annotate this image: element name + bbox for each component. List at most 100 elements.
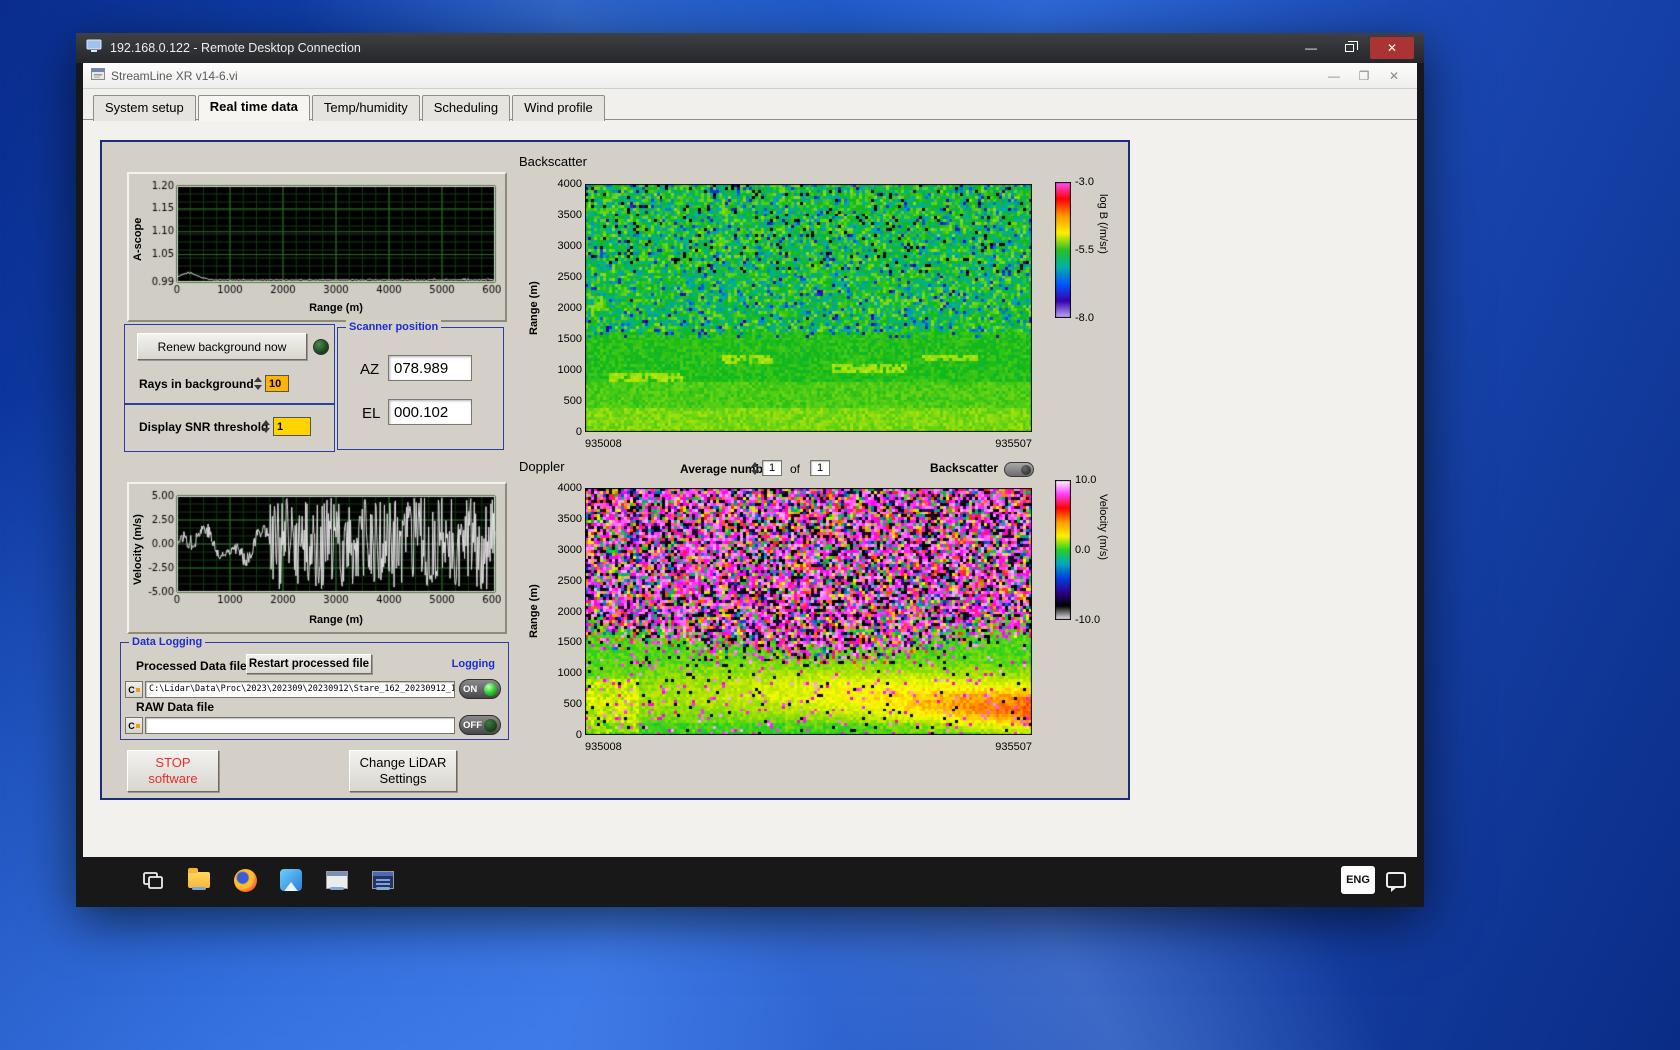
renew-background-button[interactable]: Renew background now — [137, 333, 307, 360]
raw-logging-state: OFF — [463, 719, 482, 731]
logging-label: Logging — [451, 658, 495, 670]
tab-strip: System setup Real time data Temp/humidity S… — [83, 89, 1417, 121]
raw-path-field[interactable] — [145, 717, 455, 734]
app-icon — [91, 67, 105, 85]
change-lidar-settings-button[interactable]: Change LiDAR Settings — [349, 750, 457, 792]
tab-system-setup[interactable]: System setup — [93, 95, 196, 121]
rdp-titlebar[interactable]: 192.168.0.122 - Remote Desktop Connectio… — [76, 33, 1424, 63]
doppler-x-start: 935008 — [585, 741, 622, 753]
backscatter-y-axis-label: Range (m) — [528, 281, 540, 335]
rays-in-background-label: Rays in background — [139, 377, 254, 391]
y-tick-label: 2000 — [557, 302, 582, 314]
rays-value-field[interactable]: 10 — [265, 375, 289, 392]
data-logging-title: Data Logging — [129, 635, 206, 649]
terminal-window-icon[interactable] — [370, 867, 396, 893]
app-restore-button[interactable]: ❐ — [1349, 69, 1379, 83]
restart-processed-file-button[interactable]: Restart processed file — [246, 654, 372, 674]
y-tick-label: 4000 — [557, 178, 582, 190]
doppler-y-ticks: 4000 3500 3000 2500 2000 1500 1000 500 0 — [548, 482, 582, 741]
raw-logging-toggle[interactable]: OFF — [459, 715, 501, 735]
processed-path-field[interactable]: C:\Lidar\Data\Proc\2023\202309\20230912\… — [145, 681, 455, 698]
stop-button-line2: software — [148, 771, 198, 786]
tab-scheduling[interactable]: Scheduling — [421, 95, 511, 121]
raw-drive-button[interactable]: C — [125, 717, 143, 734]
doppler-colorbar — [1055, 480, 1071, 620]
el-label: EL — [362, 405, 381, 422]
rdp-title: 192.168.0.122 - Remote Desktop Connectio… — [110, 41, 361, 55]
backscatter-cbar-tick-max: -3.0 — [1075, 176, 1094, 188]
rdp-window: 192.168.0.122 - Remote Desktop Connectio… — [76, 33, 1424, 907]
backscatter-x-end: 935507 — [995, 438, 1032, 450]
backscatter-overlay-label: Backscatter — [930, 461, 999, 475]
file-explorer-icon[interactable] — [186, 867, 212, 893]
backscatter-overlay-toggle[interactable] — [1004, 462, 1034, 477]
average-number-label: Average number — [680, 462, 775, 476]
firefox-icon[interactable] — [232, 867, 258, 893]
backscatter-y-ticks: 4000 3500 3000 2500 2000 1500 1000 500 0 — [548, 178, 582, 438]
y-tick-label: 500 — [563, 395, 582, 407]
y-tick-label: 1000 — [557, 364, 582, 376]
doppler-y-axis-label: Range (m) — [528, 584, 540, 639]
rdp-close-button[interactable]: ✕ — [1370, 37, 1414, 59]
y-tick-label: 1500 — [557, 636, 582, 649]
photos-icon[interactable] — [278, 867, 304, 893]
average-spinner[interactable] — [750, 460, 760, 477]
scan-scheduler-window-icon[interactable] — [324, 867, 350, 893]
a-scope-x-axis-label: Range (m) — [309, 302, 363, 314]
backscatter-cbar-tick-min: -8.0 — [1075, 312, 1094, 324]
rdp-restore-button[interactable] — [1332, 37, 1366, 59]
change-button-line1: Change LiDAR — [359, 754, 447, 770]
doppler-heatmap — [585, 488, 1032, 735]
processed-drive-button[interactable]: C — [125, 681, 143, 698]
backscatter-x-start: 935008 — [585, 438, 622, 450]
snr-spinner[interactable] — [261, 418, 271, 435]
scanner-position-group: Scanner position AZ 078.989 EL 000.102 — [337, 320, 504, 450]
y-tick-label: 3500 — [557, 512, 582, 525]
y-tick-label: 2500 — [557, 271, 582, 283]
y-tick-label: 3000 — [557, 240, 582, 252]
y-tick-label: 3000 — [557, 543, 582, 556]
doppler-cbar-tick-mid: 0.0 — [1075, 544, 1091, 556]
app-minimize-button[interactable]: — — [1319, 69, 1349, 83]
y-tick-label: 4000 — [557, 482, 582, 494]
y-tick-label: 0 — [575, 729, 582, 741]
raw-data-file-label: RAW Data file — [136, 700, 215, 714]
chat-icon[interactable] — [1383, 867, 1409, 893]
backscatter-plot-title: Backscatter — [519, 154, 587, 169]
rdp-computer-icon — [86, 39, 102, 58]
snr-threshold-label: Display SNR threshold — [139, 420, 269, 434]
language-indicator[interactable]: ENG — [1341, 866, 1375, 894]
stop-button-line1: STOP — [155, 754, 191, 770]
tab-wind-profile[interactable]: Wind profile — [512, 95, 605, 121]
app-close-button[interactable]: ✕ — [1379, 69, 1409, 83]
rdp-minimize-button[interactable]: — — [1294, 37, 1328, 59]
backscatter-colorbar-ticks: -3.0 -5.5 -8.0 — [1075, 176, 1115, 324]
velocity-plot — [133, 490, 501, 608]
rays-spinner[interactable] — [253, 375, 263, 392]
processed-logging-toggle[interactable]: ON — [459, 679, 501, 699]
backscatter-heatmap — [585, 184, 1032, 432]
tab-temp-humidity[interactable]: Temp/humidity — [311, 95, 420, 121]
snr-value-field[interactable]: 1 — [273, 417, 311, 436]
app-titlebar[interactable]: StreamLine XR v14-6.vi — ❐ ✕ — [83, 63, 1417, 89]
average-total-field[interactable]: 1 — [810, 460, 830, 476]
az-label: AZ — [360, 361, 380, 378]
y-tick-label: 2500 — [557, 574, 582, 587]
doppler-cbar-tick-max: 10.0 — [1075, 474, 1097, 486]
a-scope-plot-frame: A-scope Range (m) — [127, 172, 507, 322]
stop-software-button[interactable]: STOP software — [127, 750, 219, 792]
average-value-field[interactable]: 1 — [762, 460, 782, 476]
processed-logging-state: ON — [463, 683, 478, 695]
a-scope-plot — [133, 180, 501, 298]
app-title: StreamLine XR v14-6.vi — [111, 68, 238, 83]
doppler-plot-title: Doppler — [519, 459, 565, 474]
data-logging-group: Data Logging Processed Data file Restart… — [120, 635, 509, 740]
az-value-field[interactable]: 078.989 — [388, 355, 472, 381]
taskview-icon[interactable] — [140, 867, 166, 893]
change-button-line2: Settings — [379, 771, 427, 786]
y-tick-label: 0 — [575, 426, 582, 438]
y-tick-label: 500 — [563, 698, 582, 711]
windows-taskbar: ENG — [83, 857, 1417, 904]
tab-real-time-data[interactable]: Real time data — [197, 95, 310, 121]
el-value-field[interactable]: 000.102 — [388, 399, 472, 425]
